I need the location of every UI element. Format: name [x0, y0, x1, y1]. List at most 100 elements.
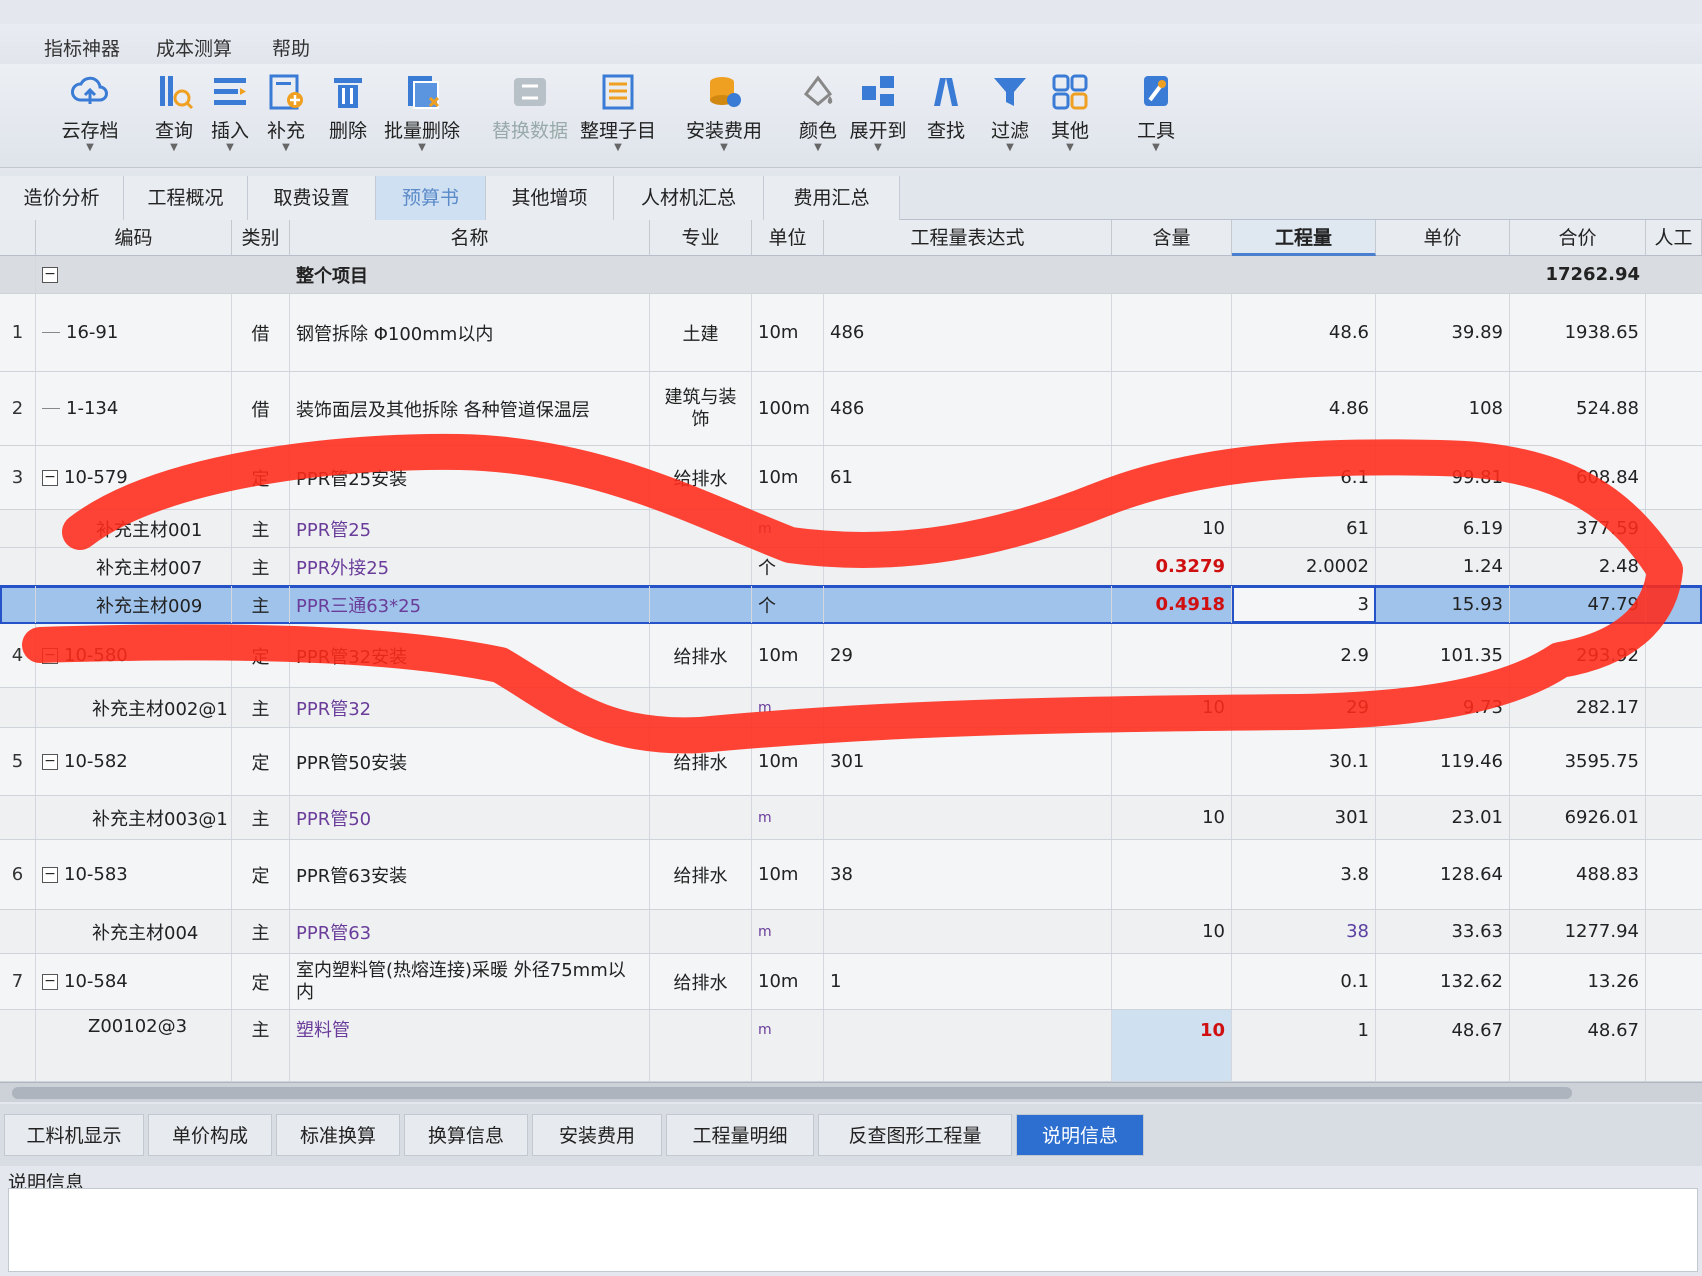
row-unit[interactable]: 10m [752, 954, 824, 1009]
row-total-price[interactable]: 524.88 [1510, 372, 1646, 445]
row-content[interactable] [1112, 840, 1232, 909]
tab-other-items[interactable]: 其他增项 [486, 176, 614, 220]
row-unit[interactable]: m [752, 910, 824, 953]
header-specialty[interactable]: 专业 [650, 220, 752, 256]
row-code[interactable]: Z00102@3 [36, 1010, 232, 1081]
tab-unit-price-composition[interactable]: 单价构成 [148, 1114, 272, 1156]
row-unit[interactable]: 10m [752, 624, 824, 687]
tab-cost-analysis[interactable]: 造价分析 [0, 176, 124, 220]
row-type[interactable]: 主 [232, 796, 290, 839]
row-specialty[interactable]: 给排水 [650, 446, 752, 509]
row-type[interactable]: 定 [232, 954, 290, 1009]
row-specialty[interactable] [650, 688, 752, 727]
row-total-price[interactable]: 377.59 [1510, 510, 1646, 547]
row-type[interactable]: 借 [232, 294, 290, 371]
row-specialty[interactable]: 给排水 [650, 954, 752, 1009]
tab-install-fee[interactable]: 安装费用 [532, 1114, 662, 1156]
row-name[interactable]: PPR管25安装 [290, 446, 650, 509]
table-row[interactable]: 7 −10-584 定 室内塑料管(热熔连接)采暖 外径75mm以内 给排水 1… [0, 954, 1702, 1010]
collapse-icon[interactable]: − [42, 647, 58, 664]
header-unit-price[interactable]: 单价 [1376, 220, 1510, 256]
row-code[interactable]: 补充主材001 [36, 510, 232, 547]
row-content[interactable] [1112, 446, 1232, 509]
row-code[interactable]: −10-583 [36, 840, 232, 909]
scrollbar-thumb[interactable] [12, 1087, 1572, 1099]
row-expression[interactable]: 29 [824, 624, 1112, 687]
collapse-icon[interactable]: − [42, 266, 58, 283]
tab-standard-conversion[interactable]: 标准换算 [276, 1114, 400, 1156]
row-unit-price[interactable]: 108 [1376, 372, 1510, 445]
row-expression[interactable] [824, 796, 1112, 839]
header-content[interactable]: 含量 [1112, 220, 1232, 256]
install-fee-button[interactable]: 安装费用 ▼ [682, 68, 766, 164]
row-quantity[interactable]: 0.1 [1232, 954, 1376, 1009]
row-total-price[interactable]: 488.83 [1510, 840, 1646, 909]
row-total-price[interactable]: 6926.01 [1510, 796, 1646, 839]
table-row[interactable]: 2 1-134 借 装饰面层及其他拆除 各种管道保温层 建筑与装饰 100m 4… [0, 372, 1702, 446]
row-quantity-active-cell[interactable]: 3 [1232, 586, 1376, 623]
row-name[interactable]: PPR管32安装 [290, 624, 650, 687]
header-quantity-expression[interactable]: 工程量表达式 [824, 220, 1112, 256]
row-code[interactable]: 补充主材009 [36, 586, 232, 623]
header-unit[interactable]: 单位 [752, 220, 824, 256]
row-unit-price[interactable]: 33.63 [1376, 910, 1510, 953]
tab-reverse-graphic-quantity[interactable]: 反查图形工程量 [818, 1114, 1012, 1156]
row-code[interactable]: 补充主材004 [36, 910, 232, 953]
row-unit-price[interactable]: 15.93 [1376, 586, 1510, 623]
row-expression[interactable] [824, 910, 1112, 953]
row-type[interactable]: 定 [232, 840, 290, 909]
row-type[interactable]: 定 [232, 624, 290, 687]
row-expression[interactable] [824, 586, 1112, 623]
row-content[interactable]: 0.3279 [1112, 548, 1232, 585]
row-unit[interactable]: 个 [752, 586, 824, 623]
table-row[interactable]: 补充主材007 主 PPR外接25 个 0.3279 2.0002 1.24 2… [0, 548, 1702, 586]
row-unit-price[interactable]: 1.24 [1376, 548, 1510, 585]
row-specialty[interactable] [650, 796, 752, 839]
row-unit-price[interactable]: 99.81 [1376, 446, 1510, 509]
other-button[interactable]: 其他 ▼ [1028, 68, 1112, 164]
header-type[interactable]: 类别 [232, 220, 290, 256]
row-quantity[interactable]: 29 [1232, 688, 1376, 727]
row-specialty[interactable] [650, 586, 752, 623]
table-row[interactable]: Z00102@3 主 塑料管 m 10 1 48.67 48.67 [0, 1010, 1702, 1082]
header-code[interactable]: 编码 [36, 220, 232, 256]
table-row[interactable]: 5 −10-582 定 PPR管50安装 给排水 10m 301 30.1 11… [0, 728, 1702, 796]
row-type[interactable]: 定 [232, 728, 290, 795]
row-content[interactable]: 0.4918 [1112, 586, 1232, 623]
row-name[interactable]: 塑料管 [290, 1010, 650, 1081]
tab-project-overview[interactable]: 工程概况 [124, 176, 248, 220]
row-quantity[interactable]: 2.0002 [1232, 548, 1376, 585]
row-content[interactable] [1112, 728, 1232, 795]
row-unit-price[interactable]: 132.62 [1376, 954, 1510, 1009]
collapse-icon[interactable]: − [42, 753, 58, 770]
total-project-row[interactable]: − 整个项目 17262.94 [0, 256, 1702, 294]
row-specialty[interactable]: 土建 [650, 294, 752, 371]
table-row[interactable]: 补充主材002@1 主 PPR管32 m 10 29 9.73 282.17 [0, 688, 1702, 728]
row-unit-price[interactable]: 48.67 [1376, 1010, 1510, 1081]
row-total-price[interactable]: 47.79 [1510, 586, 1646, 623]
row-type[interactable]: 主 [232, 910, 290, 953]
row-type[interactable]: 借 [232, 372, 290, 445]
row-content[interactable] [1112, 954, 1232, 1009]
row-content[interactable]: 10 [1112, 910, 1232, 953]
header-total-price[interactable]: 合价 [1510, 220, 1646, 256]
row-code[interactable]: 补充主材003@1 [36, 796, 232, 839]
row-specialty[interactable]: 给排水 [650, 624, 752, 687]
row-total-price[interactable]: 293.92 [1510, 624, 1646, 687]
table-row[interactable]: 补充主材003@1 主 PPR管50 m 10 301 23.01 6926.0… [0, 796, 1702, 840]
row-quantity[interactable]: 48.6 [1232, 294, 1376, 371]
row-name[interactable]: PPR管50安装 [290, 728, 650, 795]
row-specialty[interactable] [650, 1010, 752, 1081]
row-expression[interactable] [824, 688, 1112, 727]
row-quantity[interactable]: 2.9 [1232, 624, 1376, 687]
row-unit-price[interactable]: 23.01 [1376, 796, 1510, 839]
row-name[interactable]: PPR管25 [290, 510, 650, 547]
row-name[interactable]: PPR三通63*25 [290, 586, 650, 623]
table-row[interactable]: 4 −10-580 定 PPR管32安装 给排水 10m 29 2.9 101.… [0, 624, 1702, 688]
row-specialty[interactable]: 给排水 [650, 840, 752, 909]
description-textarea[interactable] [8, 1188, 1698, 1272]
row-code[interactable]: −10-580 [36, 624, 232, 687]
row-unit-price[interactable]: 9.73 [1376, 688, 1510, 727]
row-quantity[interactable]: 30.1 [1232, 728, 1376, 795]
row-code[interactable]: 16-91 [36, 294, 232, 371]
